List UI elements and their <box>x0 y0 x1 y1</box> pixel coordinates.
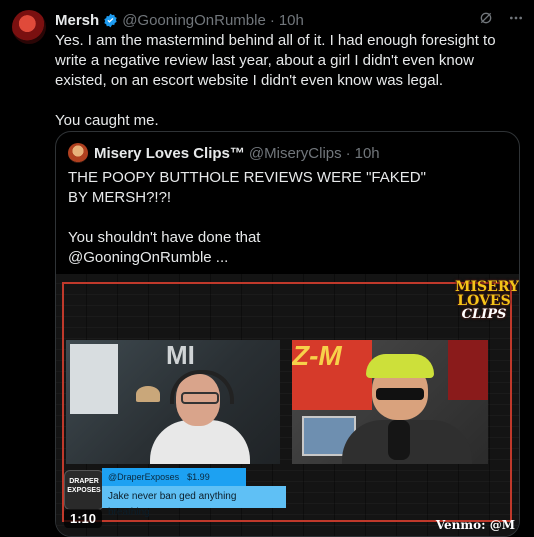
video-player[interactable]: MISERY LOVES CLIPS MI Z-M DRAPER EXPOSES <box>56 274 519 536</box>
venmo-watermark: Venmo: @M <box>435 518 515 532</box>
quoted-author-name[interactable]: Misery Loves Clips™ <box>94 145 245 162</box>
sunglasses <box>376 388 424 400</box>
glasses <box>181 392 219 404</box>
quoted-tweet-header: Misery Loves Clips™ @MiseryClips · 10h <box>68 143 380 163</box>
verified-badge-icon[interactable] <box>103 13 118 28</box>
right-video-feed: Z-M <box>292 340 488 464</box>
misery-loves-clips-logo: MISERY LOVES CLIPS <box>455 279 520 324</box>
superchat-user: @DraperExposes <box>108 472 180 482</box>
wall-poster <box>448 340 488 400</box>
superchat-text: Jake never ban ged anything breathing <box>102 486 286 518</box>
logo-line: MISERY <box>455 279 520 295</box>
z-poster: Z-M <box>292 340 372 410</box>
lamp <box>136 386 160 402</box>
host-left-body <box>150 420 250 464</box>
separator-dot: · <box>269 11 275 29</box>
video-duration: 1:10 <box>64 509 103 528</box>
microphone <box>388 420 410 460</box>
grok-icon[interactable] <box>478 10 494 30</box>
quoted-author-avatar[interactable] <box>68 143 88 163</box>
superchat-header: @DraperExposes $1.99 <box>102 468 246 486</box>
separator-dot: · <box>345 144 351 162</box>
wall-sign: MI <box>166 340 195 370</box>
tweet-timestamp[interactable]: 10h <box>279 12 304 29</box>
logo-line: LOVES <box>457 293 511 309</box>
author-name[interactable]: Mersh <box>55 12 99 29</box>
logo-line: CLIPS <box>461 307 507 322</box>
window <box>70 344 118 414</box>
quoted-tweet-timestamp[interactable]: 10h <box>355 145 380 162</box>
quoted-tweet-text: THE POOPY BUTTHOLE REVIEWS WERE "FAKED" … <box>68 169 426 266</box>
superchat-message: @DraperExposes $1.99 Jake never ban ged … <box>102 468 286 518</box>
superchat-amount: $1.99 <box>187 472 210 482</box>
more-options-icon[interactable] <box>508 10 524 30</box>
header-actions <box>478 10 524 30</box>
cap <box>366 354 434 378</box>
draper-exposes-badge: DRAPER EXPOSES <box>64 470 104 510</box>
quoted-author-handle[interactable]: @MiseryClips <box>249 145 342 162</box>
tweet-text: Yes. I am the mastermind behind all of i… <box>55 32 496 129</box>
author-handle[interactable]: @GooningOnRumble <box>122 12 266 29</box>
tweet-header: Mersh @GooningOnRumble · 10h <box>55 10 524 30</box>
author-avatar[interactable] <box>12 10 46 44</box>
left-video-feed: MI <box>66 340 280 464</box>
quoted-tweet[interactable]: Misery Loves Clips™ @MiseryClips · 10h T… <box>55 131 520 537</box>
